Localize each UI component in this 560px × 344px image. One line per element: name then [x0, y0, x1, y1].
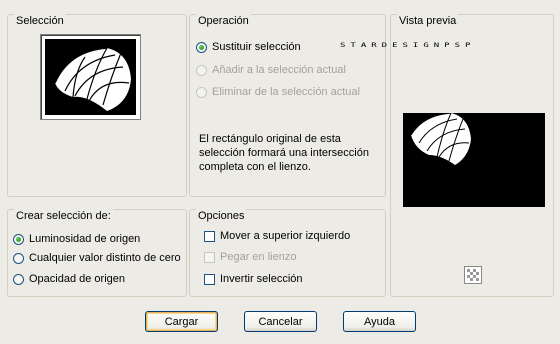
- source-thumbnail[interactable]: [40, 34, 141, 120]
- cancelar-button[interactable]: Cancelar: [244, 311, 317, 332]
- seleccion-group: Selección: [7, 14, 187, 197]
- radio-cualquier-valor-label: Cualquier valor distinto de cero: [29, 252, 181, 264]
- radio-opacidad[interactable]: Opacidad de origen: [13, 272, 125, 286]
- check-pegar-lienzo-label: Pegar en lienzo: [220, 251, 297, 263]
- radio-anadir[interactable]: Añadir a la selección actual: [196, 63, 346, 77]
- cargar-button[interactable]: Cargar: [145, 311, 218, 332]
- ayuda-button[interactable]: Ayuda: [343, 311, 416, 332]
- radio-sustituir[interactable]: Sustituir selección: [196, 40, 301, 54]
- radio-luminosidad[interactable]: Luminosidad de origen: [13, 232, 140, 246]
- radio-button[interactable]: [196, 86, 207, 98]
- radio-button[interactable]: [13, 252, 24, 264]
- check-mover-superior-label: Mover a superior izquierdo: [220, 230, 351, 242]
- check-invertir-seleccion-label: Invertir selección: [220, 273, 303, 285]
- vista-previa-group: Vista previa: [390, 14, 554, 297]
- preview-canvas: [403, 113, 545, 207]
- checkbox[interactable]: [204, 251, 215, 263]
- radio-opacidad-label: Opacidad de origen: [29, 273, 126, 285]
- operacion-legend: Operación: [196, 14, 251, 28]
- radio-eliminar[interactable]: Eliminar de la selección actual: [196, 85, 360, 99]
- radio-anadir-label: Añadir a la selección actual: [212, 64, 346, 76]
- check-mover-superior[interactable]: Mover a superior izquierdo: [204, 229, 350, 243]
- crear-seleccion-group: Crear selección de: Luminosidad de orige…: [7, 209, 187, 297]
- vista-previa-legend: Vista previa: [397, 14, 459, 28]
- radio-eliminar-label: Eliminar de la selección actual: [212, 86, 360, 98]
- radio-luminosidad-label: Luminosidad de origen: [29, 233, 141, 245]
- thumbnail-image: [45, 39, 136, 115]
- radio-button[interactable]: [196, 64, 207, 76]
- transparency-pattern-icon: [465, 267, 481, 283]
- operation-description: El rectángulo original de esta selección…: [199, 132, 369, 174]
- check-invertir-seleccion[interactable]: Invertir selección: [204, 272, 303, 286]
- opciones-legend: Opciones: [196, 209, 247, 223]
- check-pegar-lienzo[interactable]: Pegar en lienzo: [204, 250, 296, 264]
- preview-fan-image: [410, 113, 471, 165]
- checkbox[interactable]: [204, 230, 215, 242]
- radio-button[interactable]: [196, 41, 207, 53]
- radio-sustituir-label: Sustituir selección: [212, 41, 301, 53]
- radio-cualquier-valor[interactable]: Cualquier valor distinto de cero: [13, 251, 181, 265]
- checkbox[interactable]: [204, 273, 215, 285]
- seleccion-legend: Selección: [14, 14, 66, 28]
- description-line: El rectángulo original de esta: [199, 133, 341, 145]
- radio-button[interactable]: [13, 233, 24, 245]
- fan-shape-image: [54, 47, 131, 111]
- description-line: selección formará una intersección: [199, 147, 369, 159]
- checkerboard-icon[interactable]: [464, 266, 482, 284]
- opciones-group: Opciones Mover a superior izquierdo Pega…: [189, 209, 386, 297]
- description-line: completa con el lienzo.: [199, 161, 311, 173]
- crear-seleccion-legend: Crear selección de:: [14, 209, 113, 223]
- radio-button[interactable]: [13, 273, 24, 285]
